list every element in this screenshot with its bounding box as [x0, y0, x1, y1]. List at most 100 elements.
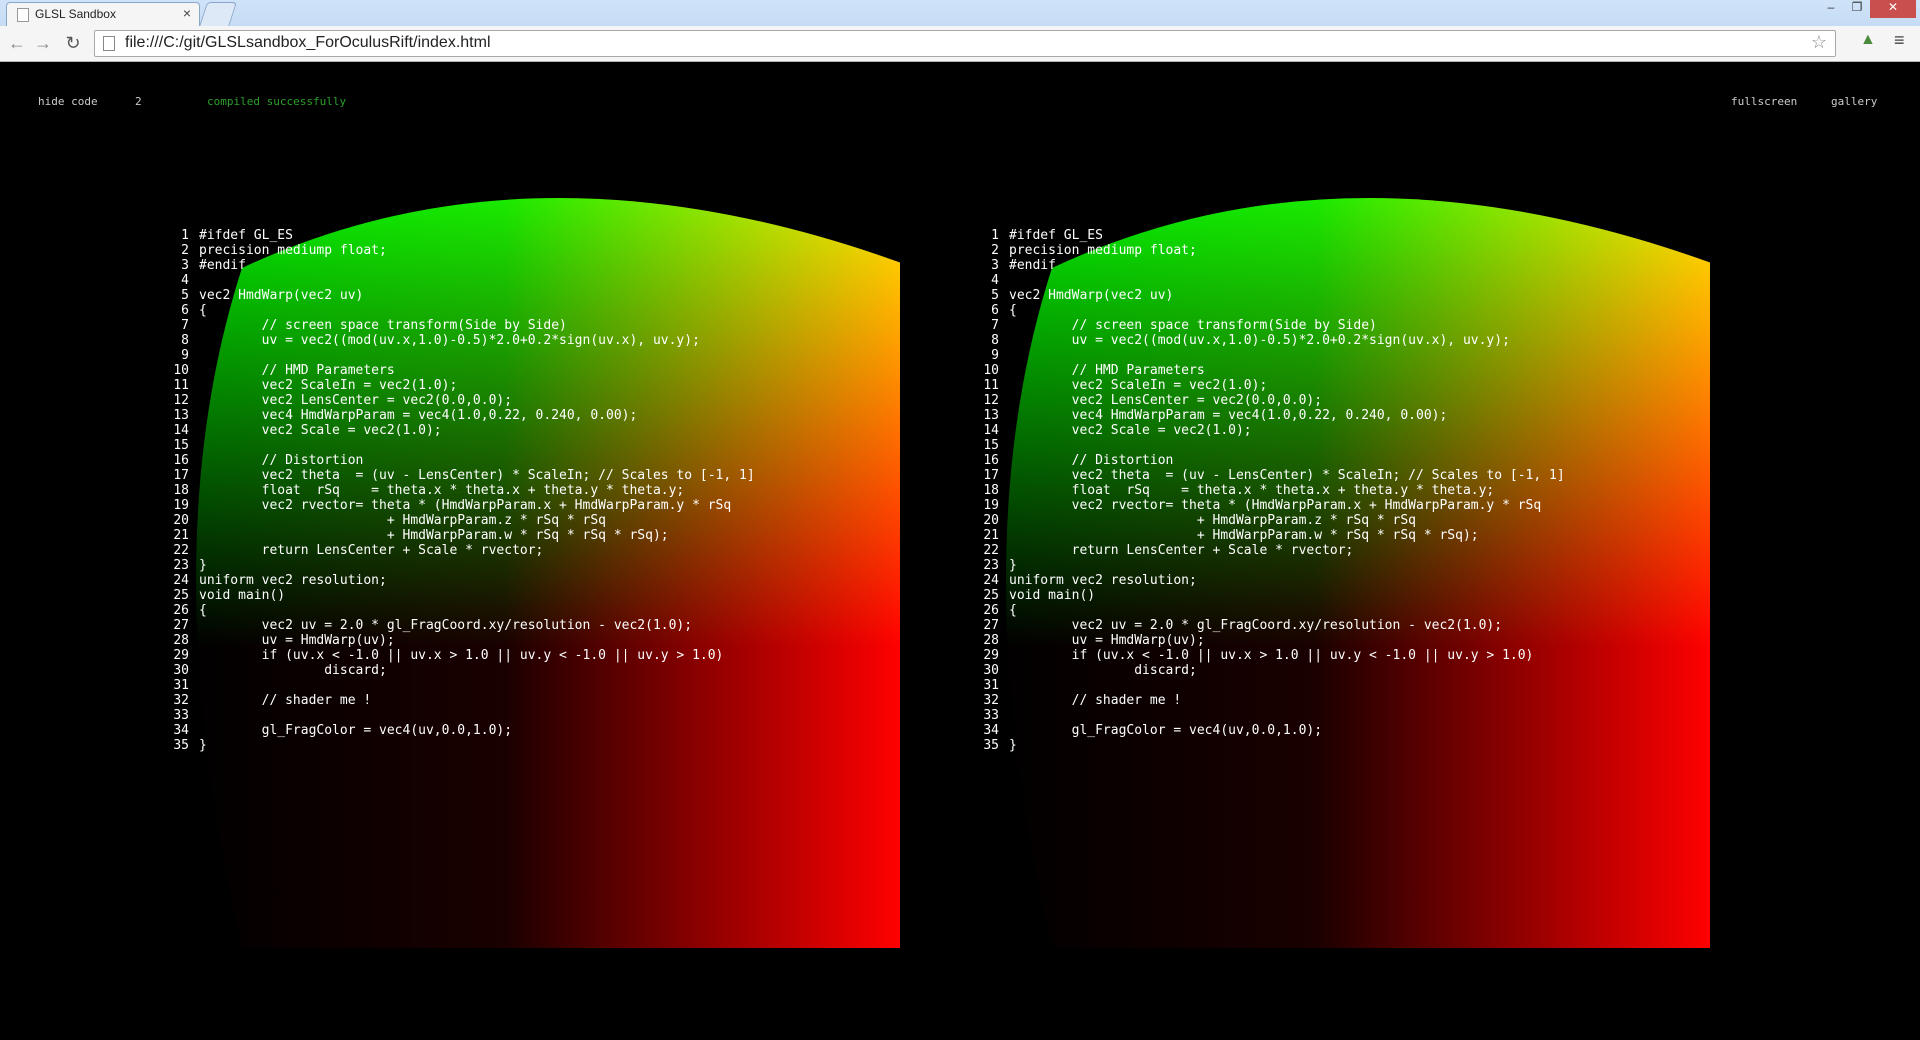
code-line[interactable]: 9 — [165, 348, 755, 363]
code-line[interactable]: 18 float rSq = theta.x * theta.x + theta… — [165, 483, 755, 498]
code-line[interactable]: 6{ — [975, 303, 1565, 318]
code-line[interactable]: 16 // Distortion — [975, 453, 1565, 468]
code-line[interactable]: 8 uv = vec2((mod(uv.x,1.0)-0.5)*2.0+0.2*… — [165, 333, 755, 348]
code-line[interactable]: 23} — [165, 558, 755, 573]
code-line[interactable]: 3 #endif — [165, 258, 755, 273]
code-line[interactable]: 34 gl_FragColor = vec4(uv,0.0,1.0); — [165, 723, 755, 738]
line-number: 35 — [173, 738, 189, 753]
code-line[interactable]: 34 gl_FragColor = vec4(uv,0.0,1.0); — [975, 723, 1565, 738]
code-line[interactable]: 4 — [975, 273, 1565, 288]
code-line[interactable]: 20 + HmdWarpParam.z * rSq * rSq — [975, 513, 1565, 528]
code-line[interactable]: 13 vec4 HmdWarpParam = vec4(1.0,0.22, 0.… — [975, 408, 1565, 423]
bookmark-star-icon[interactable]: ☆ — [1811, 32, 1827, 53]
code-line[interactable]: 22 return LensCenter + Scale * rvector; — [975, 543, 1565, 558]
code-line[interactable]: 14 vec2 Scale = vec2(1.0); — [975, 423, 1565, 438]
code-line[interactable]: 15 — [165, 438, 755, 453]
code-line[interactable]: 24 uniform vec2 resolution; — [165, 573, 755, 588]
code-line[interactable]: 19 vec2 rvector= theta * (HmdWarpParam.x… — [975, 498, 1565, 513]
code-line[interactable]: 7 // screen space transform(Side by Side… — [975, 318, 1565, 333]
code-line[interactable]: 19 vec2 rvector= theta * (HmdWarpParam.x… — [165, 498, 755, 513]
code-line[interactable]: 28 uv = HmdWarp(uv); — [975, 633, 1565, 648]
code-line[interactable]: 5 vec2 HmdWarp(vec2 uv) — [165, 288, 755, 303]
code-line[interactable]: 29 if (uv.x < -1.0 || uv.x > 1.0 || uv.y… — [165, 648, 755, 663]
minimize-window-icon[interactable]: – — [1818, 0, 1844, 18]
code-line[interactable]: 15 — [975, 438, 1565, 453]
code-line[interactable]: 22 return LensCenter + Scale * rvector; — [165, 543, 755, 558]
code-line[interactable]: 2 precision mediump float; — [975, 243, 1565, 258]
forward-arrow-icon[interactable]: → — [32, 32, 54, 54]
line-number: 12 — [173, 393, 189, 408]
code-line[interactable]: 32 // shader me ! — [975, 693, 1565, 708]
code-line[interactable]: 2 precision mediump float; — [165, 243, 755, 258]
code-line[interactable]: 21 + HmdWarpParam.w * rSq * rSq * rSq); — [165, 528, 755, 543]
code-line[interactable]: 1 #ifdef GL_ES — [975, 228, 1565, 243]
code-line[interactable]: 18 float rSq = theta.x * theta.x + theta… — [975, 483, 1565, 498]
menu-icon[interactable]: ≡ — [1894, 30, 1905, 51]
code-line[interactable]: 35} — [165, 738, 755, 753]
code-line[interactable]: 4 — [165, 273, 755, 288]
code-line[interactable]: 23} — [975, 558, 1565, 573]
line-number: 33 — [983, 708, 999, 723]
code-line[interactable]: 7 // screen space transform(Side by Side… — [165, 318, 755, 333]
code-line[interactable]: 26 { — [975, 603, 1565, 618]
code-text: + HmdWarpParam.w * rSq * rSq * rSq); — [199, 528, 669, 543]
browser-tab[interactable]: GLSL Sandbox × — [6, 2, 200, 27]
line-number: 32 — [983, 693, 999, 708]
gallery-button[interactable]: gallery — [1831, 95, 1877, 108]
code-line[interactable]: 11 vec2 ScaleIn = vec2(1.0); — [975, 378, 1565, 393]
line-number: 33 — [173, 708, 189, 723]
code-line[interactable]: 21 + HmdWarpParam.w * rSq * rSq * rSq); — [975, 528, 1565, 543]
code-line[interactable]: 30 discard; — [975, 663, 1565, 678]
code-line[interactable]: 28 uv = HmdWarp(uv); — [165, 633, 755, 648]
code-text: float rSq = theta.x * theta.x + theta.y … — [199, 483, 685, 498]
code-line[interactable]: 13 vec4 HmdWarpParam = vec4(1.0,0.22, 0.… — [165, 408, 755, 423]
code-line[interactable]: 17 vec2 theta = (uv - LensCenter) * Scal… — [165, 468, 754, 483]
code-editor-left[interactable]: 1 #ifdef GL_ES 2 precision mediump float; 3 #… — [165, 228, 755, 753]
code-text: { — [199, 303, 207, 318]
code-line[interactable]: 27 vec2 uv = 2.0 * gl_FragCoord.xy/resol… — [975, 618, 1565, 633]
code-line[interactable]: 20 + HmdWarpParam.z * rSq * rSq — [165, 513, 755, 528]
code-line[interactable]: 9 — [975, 348, 1565, 363]
code-line[interactable]: 25 void main() — [165, 588, 755, 603]
back-arrow-icon[interactable]: ← — [6, 32, 28, 54]
code-line[interactable]: 29 if (uv.x < -1.0 || uv.x > 1.0 || uv.y… — [975, 648, 1565, 663]
code-line[interactable]: 25 void main() — [975, 588, 1565, 603]
code-line[interactable]: 26 { — [165, 603, 755, 618]
code-line[interactable]: 3 #endif — [975, 258, 1565, 273]
line-number: 8 — [181, 333, 189, 348]
code-line[interactable]: 24 uniform vec2 resolution; — [975, 573, 1565, 588]
code-line[interactable]: 27 vec2 uv = 2.0 * gl_FragCoord.xy/resol… — [165, 618, 755, 633]
code-line[interactable]: 35} — [975, 738, 1565, 753]
code-line[interactable]: 14 vec2 Scale = vec2(1.0); — [165, 423, 755, 438]
extension-icon[interactable]: ▲ — [1860, 31, 1876, 49]
close-tab-icon[interactable]: × — [183, 5, 191, 21]
code-line[interactable]: 31 — [975, 678, 1565, 693]
code-line[interactable]: 12 vec2 LensCenter = vec2(0.0,0.0); — [165, 393, 755, 408]
code-text: uv = vec2((mod(uv.x,1.0)-0.5)*2.0+0.2*si… — [199, 333, 700, 348]
address-bar[interactable]: file:///C:/git/GLSLsandbox_ForOculusRift… — [94, 30, 1836, 57]
code-line[interactable]: 30 discard; — [165, 663, 755, 678]
code-line[interactable]: 10 // HMD Parameters — [975, 363, 1565, 378]
code-line[interactable]: 17 vec2 theta = (uv - LensCenter) * Scal… — [975, 468, 1564, 483]
reload-icon[interactable]: ↻ — [62, 32, 84, 54]
code-line[interactable]: 8 uv = vec2((mod(uv.x,1.0)-0.5)*2.0+0.2*… — [975, 333, 1565, 348]
code-line[interactable]: 12 vec2 LensCenter = vec2(0.0,0.0); — [975, 393, 1565, 408]
code-line[interactable]: 6{ — [165, 303, 755, 318]
code-line[interactable]: 33 — [975, 708, 1565, 723]
code-line[interactable]: 31 — [165, 678, 755, 693]
code-line[interactable]: 33 — [165, 708, 755, 723]
new-tab-button[interactable] — [198, 2, 238, 27]
code-line[interactable]: 16 // Distortion — [165, 453, 755, 468]
code-line[interactable]: 10 // HMD Parameters — [165, 363, 755, 378]
code-line[interactable]: 1 #ifdef GL_ES — [165, 228, 755, 243]
code-line[interactable]: 32 // shader me ! — [165, 693, 755, 708]
code-line[interactable]: 5 vec2 HmdWarp(vec2 uv) — [975, 288, 1565, 303]
close-window-icon[interactable]: ✕ — [1870, 0, 1916, 18]
code-line[interactable]: 11 vec2 ScaleIn = vec2(1.0); — [165, 378, 755, 393]
code-editor-right[interactable]: 1 #ifdef GL_ES 2 precision mediump float; 3 #… — [975, 228, 1565, 753]
hide-code-button[interactable]: hide code — [38, 95, 98, 108]
fullscreen-button[interactable]: fullscreen — [1731, 95, 1797, 108]
restore-window-icon[interactable]: ❐ — [1844, 0, 1870, 18]
quality-select[interactable]: 2 — [135, 95, 142, 108]
url-text[interactable]: file:///C:/git/GLSLsandbox_ForOculusRift… — [125, 34, 491, 52]
